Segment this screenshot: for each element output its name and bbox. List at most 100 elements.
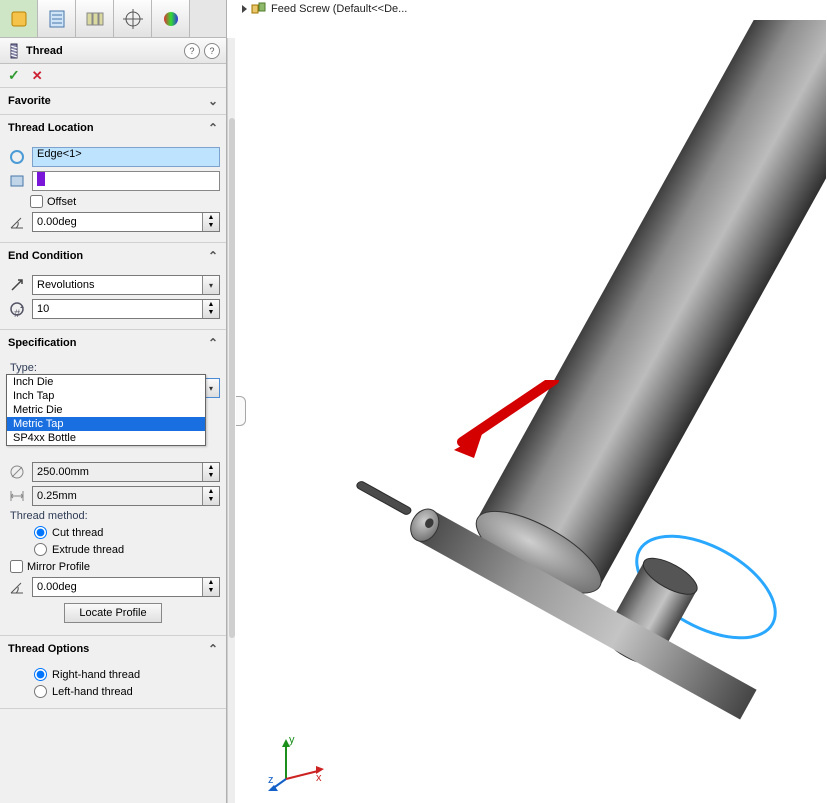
optional-swatch — [37, 172, 45, 186]
pitch-field: 0.25mm ▲▼ — [32, 486, 220, 506]
thread-location-header[interactable]: Thread Location ⌃ — [0, 115, 226, 141]
end-condition-combo[interactable]: Revolutions ▾ — [32, 275, 220, 295]
flyout-tree-bar: Feed Screw (Default<<De... — [236, 0, 827, 18]
diameter-value: 250.00mm — [37, 466, 89, 478]
cut-thread-radio[interactable]: Cut thread — [4, 524, 222, 541]
rh-thread-label: Right-hand thread — [52, 669, 140, 681]
spinner-icon[interactable]: ▲▼ — [202, 578, 219, 596]
feature-name: Thread — [26, 45, 180, 57]
pm-tab-feature[interactable] — [0, 0, 38, 37]
start-angle-value: 0.00deg — [37, 216, 77, 228]
specification-section: Specification ⌃ Type: Metric Tap ▾ Inch … — [0, 330, 226, 636]
mirror-angle-field[interactable]: 0.00deg ▲▼ — [32, 577, 220, 597]
diameter-field: 250.00mm ▲▼ — [32, 462, 220, 482]
rh-thread-radio-input[interactable] — [34, 668, 47, 681]
rh-thread-radio[interactable]: Right-hand thread — [4, 666, 222, 683]
spinner-icon[interactable]: ▲▼ — [202, 213, 219, 231]
spinner-icon: ▲▼ — [202, 487, 219, 505]
specification-title: Specification — [8, 337, 76, 349]
specification-header[interactable]: Specification ⌃ — [0, 330, 226, 356]
end-condition-section: End Condition ⌃ Revolutions ▾ # — [0, 243, 226, 330]
pm-tab-property[interactable] — [38, 0, 76, 37]
lh-thread-radio-input[interactable] — [34, 685, 47, 698]
edge-selection-field[interactable]: Edge<1> — [32, 147, 220, 167]
graphics-view[interactable]: Feed Screw (Default<<De... — [236, 0, 827, 803]
orientation-triad: y x z — [266, 731, 326, 791]
type-option-sp4xx[interactable]: SP4xx Bottle — [7, 431, 205, 445]
extrude-thread-radio[interactable]: Extrude thread — [4, 541, 222, 558]
svg-text:x: x — [316, 772, 322, 784]
panel-scrollbar[interactable] — [227, 38, 235, 803]
offset-checkbox[interactable]: Offset — [4, 193, 222, 210]
locate-profile-button[interactable]: Locate Profile — [64, 603, 161, 623]
chevron-down-icon: ⌄ — [208, 94, 218, 108]
thread-options-header[interactable]: Thread Options ⌃ — [0, 636, 226, 662]
cut-thread-label: Cut thread — [52, 527, 103, 539]
pm-tab-config[interactable] — [76, 0, 114, 37]
property-icon — [47, 9, 67, 29]
part-icon — [251, 2, 267, 16]
help-icon[interactable]: ? — [204, 43, 220, 59]
type-option-metric-die[interactable]: Metric Die — [7, 403, 205, 417]
revolutions-icon: # — [6, 299, 28, 319]
chevron-up-icon: ⌃ — [208, 336, 218, 350]
favorite-header[interactable]: Favorite ⌄ — [0, 88, 226, 114]
thread-location-section: Thread Location ⌃ Edge<1> — [0, 115, 226, 243]
end-condition-value: Revolutions — [37, 279, 94, 291]
accept-cancel-row: ✓ ✕ — [0, 64, 226, 88]
cancel-button[interactable]: ✕ — [32, 68, 43, 84]
start-angle-field[interactable]: 0.00deg ▲▼ — [32, 212, 220, 232]
feature-icon — [9, 9, 29, 29]
accept-button[interactable]: ✓ — [8, 67, 20, 84]
pitch-icon — [6, 486, 28, 506]
type-option-inch-tap[interactable]: Inch Tap — [7, 389, 205, 403]
dropdown-arrow-icon: ▾ — [202, 276, 219, 294]
mirror-profile-checkbox-input[interactable] — [10, 560, 23, 573]
tree-root-label[interactable]: Feed Screw (Default<<De... — [271, 3, 407, 15]
offset-label: Offset — [47, 196, 76, 208]
help-minor-icon[interactable]: ? — [184, 43, 200, 59]
target-icon — [123, 9, 143, 29]
pm-tab-display[interactable] — [152, 0, 190, 37]
mirror-profile-checkbox[interactable]: Mirror Profile — [4, 558, 222, 575]
revolutions-field[interactable]: 10 ▲▼ — [32, 299, 220, 319]
diameter-icon — [6, 462, 28, 482]
svg-text:#: # — [14, 308, 21, 318]
extrude-thread-label: Extrude thread — [52, 544, 124, 556]
svg-text:z: z — [268, 774, 274, 786]
type-dropdown-list[interactable]: Inch Die Inch Tap Metric Die Metric Tap … — [6, 374, 206, 446]
extrude-thread-radio-input[interactable] — [34, 543, 47, 556]
chevron-up-icon: ⌃ — [208, 121, 218, 135]
end-condition-title: End Condition — [8, 250, 83, 262]
cut-thread-radio-input[interactable] — [34, 526, 47, 539]
chevron-up-icon: ⌃ — [208, 249, 218, 263]
favorite-title: Favorite — [8, 95, 51, 107]
model-render — [256, 20, 826, 780]
config-icon — [85, 9, 105, 29]
thread-location-title: Thread Location — [8, 122, 94, 134]
end-condition-header[interactable]: End Condition ⌃ — [0, 243, 226, 269]
revolutions-value: 10 — [37, 303, 49, 315]
lh-thread-radio[interactable]: Left-hand thread — [4, 683, 222, 700]
type-option-inch-die[interactable]: Inch Die — [7, 375, 205, 389]
thread-feature-icon — [6, 43, 22, 59]
mirror-profile-label: Mirror Profile — [27, 561, 90, 573]
svg-text:y: y — [289, 734, 295, 746]
spinner-icon[interactable]: ▲▼ — [202, 300, 219, 318]
start-location-field[interactable] — [32, 171, 220, 191]
edge-selector-icon — [6, 147, 28, 167]
chevron-up-icon: ⌃ — [208, 642, 218, 656]
method-label: Thread method: — [4, 508, 222, 524]
spinner-icon: ▲▼ — [202, 463, 219, 481]
appearance-icon — [161, 9, 181, 29]
angle-icon — [6, 212, 28, 232]
flyout-handle[interactable] — [236, 396, 246, 426]
favorite-section: Favorite ⌄ — [0, 88, 226, 115]
type-option-metric-tap[interactable]: Metric Tap — [7, 417, 205, 431]
lh-thread-label: Left-hand thread — [52, 686, 133, 698]
pm-tab-dimxpert[interactable] — [114, 0, 152, 37]
expand-tree-icon[interactable] — [242, 5, 247, 13]
mirror-angle-value: 0.00deg — [37, 581, 77, 593]
pm-tab-row — [0, 0, 226, 38]
offset-checkbox-input[interactable] — [30, 195, 43, 208]
